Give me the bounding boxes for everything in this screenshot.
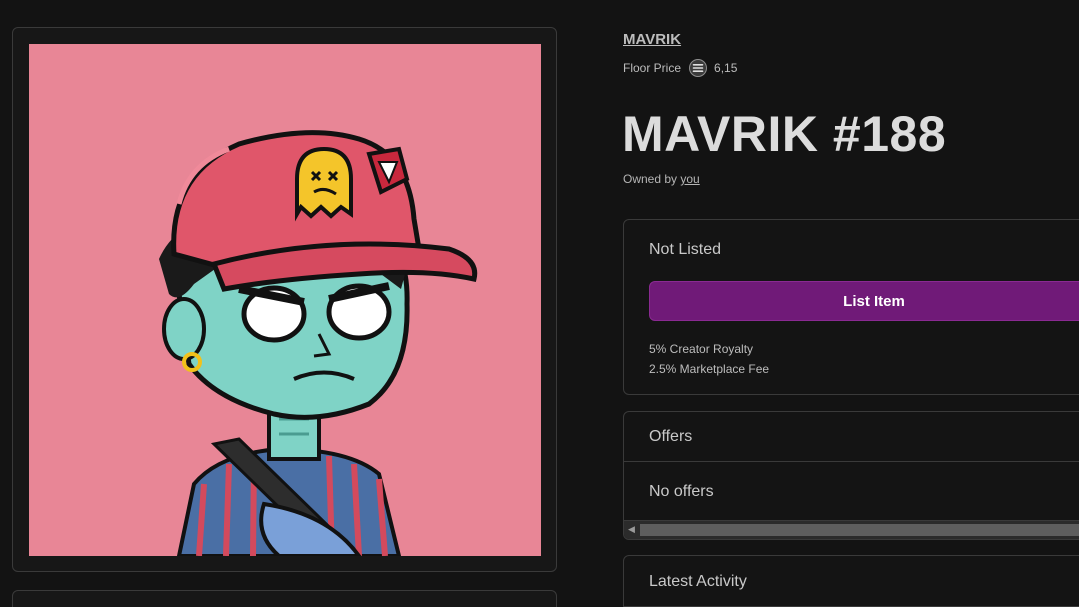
listing-status: Not Listed: [649, 241, 722, 258]
scrollbar-thumb[interactable]: [640, 524, 1079, 536]
listing-panel: Not Listed List Item 5% Creator Royalty …: [623, 219, 1079, 395]
solana-icon: [689, 59, 708, 77]
character-illustration: [29, 44, 541, 556]
marketplace-fee: 2.5% Marketplace Fee: [649, 362, 770, 376]
owner-line: Owned by you: [623, 172, 700, 186]
artwork-card: [12, 27, 557, 572]
list-item-button[interactable]: List Item: [649, 281, 1079, 321]
collection-link[interactable]: MAVRIK: [623, 31, 681, 48]
scroll-left-arrow-icon[interactable]: ◀: [628, 524, 635, 535]
no-offers-text: No offers: [649, 483, 714, 500]
floor-price-value: 6,15: [714, 61, 738, 75]
activity-panel: Latest Activity: [623, 555, 1079, 607]
nft-detail-page: MAVRIK Floor Price 6,15 MAVRIK #188 Owne…: [0, 0, 1079, 607]
offers-horizontal-scrollbar[interactable]: ◀: [624, 520, 1079, 539]
creator-royalty: 5% Creator Royalty: [649, 342, 754, 356]
offers-panel: Offers No offers ◀: [623, 411, 1079, 540]
activity-header[interactable]: Latest Activity: [649, 573, 747, 591]
nft-title: MAVRIK #188: [622, 106, 947, 162]
details-card: [12, 590, 557, 607]
owned-by-label: Owned by: [623, 172, 678, 186]
owner-link[interactable]: you: [680, 172, 699, 186]
nft-artwork-image[interactable]: [29, 44, 541, 556]
floor-price: Floor Price 6,15: [623, 59, 737, 77]
offers-header[interactable]: Offers: [624, 412, 1079, 462]
floor-price-label: Floor Price: [623, 61, 682, 75]
